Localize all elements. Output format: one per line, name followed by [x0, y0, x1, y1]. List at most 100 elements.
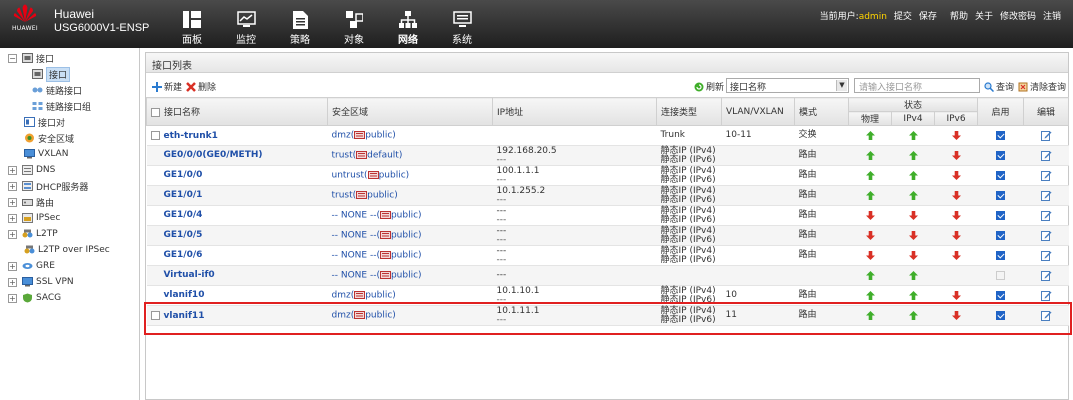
expand-icon[interactable]: + — [8, 197, 17, 207]
enable-checkbox[interactable] — [996, 130, 1006, 140]
nav-policy[interactable]: 策略 — [273, 10, 327, 46]
table-row[interactable]: GE1/0/4 -- NONE --(public) --- --- 静态IP (IPv… — [146, 205, 1069, 226]
edit-icon[interactable] — [1040, 150, 1052, 161]
zone-link[interactable]: dmz( — [332, 290, 355, 300]
search-input[interactable]: 请输入接口名称 — [854, 78, 980, 93]
tree-item-l2tp-over-ipsec[interactable]: L2TP over IPSec — [24, 242, 110, 258]
vsys-link[interactable]: public) — [365, 130, 396, 140]
enable-checkbox[interactable] — [996, 270, 1006, 280]
tree-item-ssl-vpn[interactable]: + SSL VPN — [8, 274, 74, 290]
col-header-mode[interactable]: 模式 — [794, 97, 849, 126]
enable-checkbox[interactable] — [996, 150, 1006, 160]
enable-checkbox[interactable] — [996, 290, 1006, 300]
vsys-link[interactable]: public) — [365, 290, 396, 300]
filter-select[interactable]: 接口名称 ▼ — [726, 78, 849, 93]
enable-checkbox[interactable] — [996, 310, 1006, 320]
zone-link[interactable]: trust( — [332, 190, 357, 200]
col-header-name[interactable]: 接口名称 — [146, 97, 328, 126]
row-checkbox[interactable] — [150, 310, 160, 320]
commit-link[interactable]: 提交 — [894, 9, 912, 22]
col-header-ip[interactable]: IP地址 — [492, 97, 657, 126]
table-row[interactable]: vlanif10 dmz(public) 10.1.10.1 --- 静态IP (IPv… — [146, 285, 1069, 306]
zone-link[interactable]: dmz( — [332, 310, 355, 320]
edit-icon[interactable] — [1040, 310, 1052, 321]
zone-link[interactable]: -- NONE --( — [332, 250, 380, 260]
table-row[interactable]: GE1/0/0 untrust(public) 100.1.1.1 --- 静态IP (… — [146, 165, 1069, 186]
zone-link[interactable]: -- NONE --( — [332, 210, 380, 220]
edit-icon[interactable] — [1040, 210, 1052, 221]
select-all-checkbox[interactable] — [151, 108, 160, 117]
nav-dashboard[interactable]: 面板 — [165, 10, 219, 46]
expand-icon[interactable]: + — [8, 261, 17, 271]
zone-link[interactable]: dmz( — [332, 130, 355, 140]
interface-name-link[interactable]: GE0/0/0(GE0/METH) — [164, 150, 263, 160]
interface-name-link[interactable]: GE1/0/6 — [164, 250, 203, 260]
table-row[interactable]: GE1/0/6 -- NONE --(public) --- --- 静态IP (IPv… — [146, 245, 1069, 266]
enable-checkbox[interactable] — [996, 170, 1006, 180]
tree-item-dns[interactable]: + DNS — [8, 162, 55, 178]
tree-item-interface[interactable]: 接口 — [32, 66, 71, 82]
tree-item-vxlan[interactable]: VXLAN — [24, 146, 68, 162]
table-row[interactable]: vlanif11 dmz(public) 10.1.11.1 --- 静态IP (IPv… — [146, 305, 1069, 326]
tree-item-interface-pair[interactable]: 接口对 — [24, 114, 65, 130]
expand-icon[interactable]: + — [8, 229, 17, 239]
expand-icon[interactable]: + — [8, 277, 17, 287]
table-row[interactable]: Virtual-if0 -- NONE --(public) --- — [146, 265, 1069, 286]
chevron-down-icon[interactable]: ▼ — [836, 80, 847, 91]
tree-item-link-interface[interactable]: 链路接口 — [32, 82, 82, 98]
nav-system[interactable]: 系统 — [435, 10, 489, 46]
table-row[interactable]: GE1/0/5 -- NONE --(public) --- --- 静态IP (IPv… — [146, 225, 1069, 246]
logout-link[interactable]: 注销 — [1043, 9, 1061, 22]
zone-link[interactable]: untrust( — [332, 170, 368, 180]
interface-name-link[interactable]: eth-trunk1 — [164, 131, 218, 141]
edit-icon[interactable] — [1040, 270, 1052, 281]
vsys-link[interactable]: public) — [391, 250, 422, 260]
edit-icon[interactable] — [1040, 190, 1052, 201]
tree-item-sacg[interactable]: + SACG — [8, 290, 61, 306]
interface-name-link[interactable]: GE1/0/1 — [164, 190, 203, 200]
col-header-zone[interactable]: 安全区域 — [327, 97, 493, 126]
table-row[interactable]: eth-trunk1 dmz(public) Trunk 10-11 交换 — [146, 125, 1069, 146]
tree-item-link-interface-group[interactable]: 链路接口组 — [32, 98, 91, 114]
about-link[interactable]: 关于 — [975, 9, 993, 22]
interface-name-link[interactable]: vlanif11 — [164, 311, 205, 321]
change-password-link[interactable]: 修改密码 — [1000, 9, 1036, 22]
zone-link[interactable]: trust( — [332, 150, 357, 160]
vsys-link[interactable]: default) — [367, 150, 402, 160]
tree-item-security-zone[interactable]: 安全区域 — [24, 130, 74, 146]
col-header-vlan[interactable]: VLAN/VXLAN — [721, 97, 795, 126]
vsys-link[interactable]: public) — [365, 310, 396, 320]
zone-link[interactable]: -- NONE --( — [332, 270, 380, 280]
vsys-link[interactable]: public) — [379, 170, 410, 180]
clear-query-button[interactable]: 清除查询 — [1018, 80, 1066, 93]
expand-icon[interactable]: + — [8, 165, 17, 175]
edit-icon[interactable] — [1040, 170, 1052, 181]
tree-item-l2tp[interactable]: + L2TP — [8, 226, 58, 242]
enable-checkbox[interactable] — [996, 210, 1006, 220]
expand-icon[interactable]: + — [8, 181, 17, 191]
delete-button[interactable]: 删除 — [186, 80, 216, 93]
zone-link[interactable]: -- NONE --( — [332, 230, 380, 240]
vsys-link[interactable]: public) — [391, 230, 422, 240]
nav-network[interactable]: 网络 — [381, 10, 435, 46]
edit-icon[interactable] — [1040, 230, 1052, 241]
refresh-button[interactable]: 刷新 — [694, 80, 724, 93]
collapse-icon[interactable]: − — [8, 53, 17, 63]
edit-icon[interactable] — [1040, 250, 1052, 261]
tree-item-dhcp-server[interactable]: + DHCP服务器 — [8, 178, 88, 194]
query-button[interactable]: 查询 — [984, 80, 1014, 93]
expand-icon[interactable]: + — [8, 213, 17, 223]
table-row[interactable]: GE0/0/0(GE0/METH) trust(default) 192.168.2… — [146, 145, 1069, 166]
enable-checkbox[interactable] — [996, 190, 1006, 200]
help-link[interactable]: 帮助 — [950, 9, 968, 22]
enable-checkbox[interactable] — [996, 250, 1006, 260]
nav-monitor[interactable]: 监控 — [219, 10, 273, 46]
tree-item-interface-group[interactable]: − 接口 — [8, 50, 54, 66]
table-row[interactable]: GE1/0/1 trust(public) 10.1.255.2 --- 静态IP (I… — [146, 185, 1069, 206]
vsys-link[interactable]: public) — [391, 210, 422, 220]
expand-icon[interactable]: + — [8, 293, 17, 303]
col-header-connection[interactable]: 连接类型 — [656, 97, 722, 126]
interface-name-link[interactable]: GE1/0/0 — [164, 170, 203, 180]
tree-item-ipsec[interactable]: + IPSec — [8, 210, 60, 226]
enable-checkbox[interactable] — [996, 230, 1006, 240]
